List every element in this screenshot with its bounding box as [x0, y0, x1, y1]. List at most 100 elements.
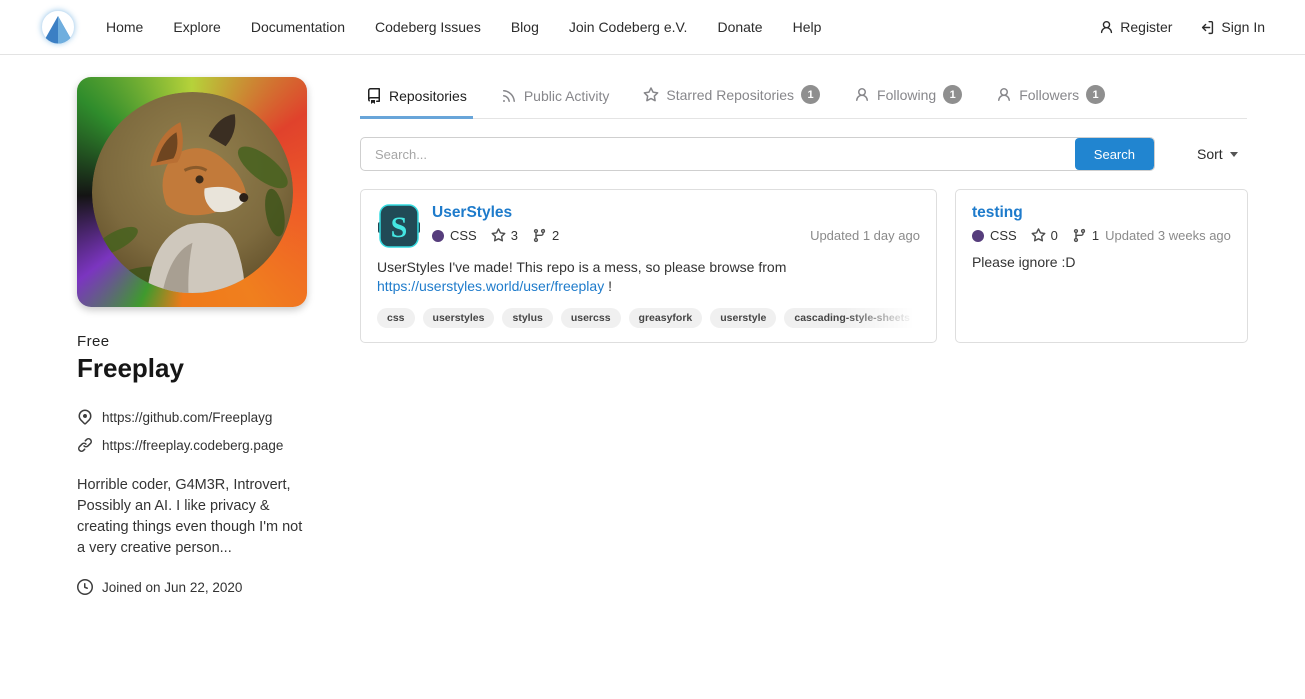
topic-tag[interactable]: userstyles [423, 308, 495, 328]
nav-blog[interactable]: Blog [511, 19, 539, 35]
profile-display-name: Free [77, 333, 307, 350]
nav-codeberg-issues[interactable]: Codeberg Issues [375, 19, 481, 35]
stylus-logo-icon: S [377, 204, 421, 248]
star-icon [1031, 228, 1046, 243]
profile-website-link[interactable]: https://freeplay.codeberg.page [102, 438, 283, 453]
repo-link-userstyles[interactable]: UserStyles [432, 204, 512, 222]
profile-tabs: Repositories Public Activity Starred Rep… [360, 77, 1247, 119]
user-avatar [77, 77, 307, 307]
profile-location-row: https://github.com/Freeplayg [77, 409, 307, 425]
main-navigation: Home Explore Documentation Codeberg Issu… [106, 19, 821, 35]
person-icon [996, 87, 1012, 103]
sign-in-link[interactable]: Sign In [1200, 19, 1265, 35]
tab-followers[interactable]: Followers 1 [990, 77, 1111, 119]
repo-description-suffix: ! [604, 278, 612, 294]
repo-updated-time: Updated 1 day ago [810, 228, 920, 243]
language-label: CSS [990, 228, 1017, 243]
followers-count-badge: 1 [1086, 85, 1105, 104]
sign-in-label: Sign In [1221, 19, 1265, 35]
git-branch-icon [532, 228, 547, 243]
git-branch-icon [1072, 228, 1087, 243]
rss-icon [501, 88, 517, 104]
fork-count-value: 2 [552, 228, 559, 243]
nav-donate[interactable]: Donate [717, 19, 762, 35]
fox-avatar-photo [92, 92, 293, 293]
top-navbar: Home Explore Documentation Codeberg Issu… [0, 0, 1305, 55]
topic-tag[interactable]: userstyle [710, 308, 776, 328]
repo-search-box: Search [360, 137, 1155, 171]
repo-description: UserStyles I've made! This repo is a mes… [377, 258, 920, 296]
star-count-value: 0 [1051, 228, 1058, 243]
register-label: Register [1120, 19, 1172, 35]
sort-label: Sort [1197, 146, 1223, 162]
search-input[interactable] [361, 138, 1075, 170]
repo-header-main: testing CSS 0 1 Up [972, 204, 1231, 243]
fork-count: 2 [532, 228, 559, 243]
star-icon [643, 87, 659, 103]
repo-card-testing: testing CSS 0 1 Up [955, 189, 1248, 343]
repo-meta-row: CSS 3 2 Updated 1 day ago [432, 228, 920, 243]
tab-starred-label: Starred Repositories [666, 87, 794, 103]
profile-location-text: https://github.com/Freeplayg [102, 410, 272, 425]
sort-dropdown[interactable]: Sort [1197, 146, 1238, 162]
repo-meta-row: CSS 0 1 Updated 3 weeks ago [972, 228, 1231, 243]
following-count-badge: 1 [943, 85, 962, 104]
topic-tag[interactable]: stylus [502, 308, 552, 328]
tab-following-label: Following [877, 87, 936, 103]
page-content: Free Freeplay https://github.com/Freepla… [0, 55, 1305, 595]
profile-username: Freeplay [77, 353, 307, 384]
tab-following[interactable]: Following 1 [848, 77, 968, 119]
sign-in-icon [1200, 20, 1215, 35]
language-dot [972, 230, 984, 242]
profile-website-row: https://freeplay.codeberg.page [77, 437, 307, 453]
nav-join-codeberg[interactable]: Join Codeberg e.V. [569, 19, 688, 35]
repo-header-main: UserStyles CSS 3 2 [432, 204, 920, 248]
profile-joined-text: Joined on Jun 22, 2020 [102, 580, 242, 595]
star-count-value: 3 [511, 228, 518, 243]
navbar-auth-area: Register Sign In [1099, 19, 1265, 35]
repo-search-row: Search Sort [360, 137, 1247, 171]
profile-joined-row: Joined on Jun 22, 2020 [77, 579, 307, 595]
star-count: 3 [491, 228, 518, 243]
clock-icon [77, 579, 93, 595]
nav-help[interactable]: Help [793, 19, 822, 35]
topic-tag[interactable]: usercss [561, 308, 621, 328]
repo-updated-time: Updated 3 weeks ago [1105, 228, 1231, 243]
profile-sidebar: Free Freeplay https://github.com/Freepla… [77, 77, 307, 595]
star-icon [491, 228, 506, 243]
nav-explore[interactable]: Explore [173, 19, 220, 35]
repo-description: Please ignore :D [972, 253, 1231, 272]
nav-documentation[interactable]: Documentation [251, 19, 345, 35]
link-icon [77, 437, 93, 453]
tab-repositories-label: Repositories [389, 88, 467, 104]
register-link[interactable]: Register [1099, 19, 1172, 35]
nav-home[interactable]: Home [106, 19, 143, 35]
star-count: 0 [1031, 228, 1058, 243]
tab-public-activity-label: Public Activity [524, 88, 610, 104]
repo-header: testing CSS 0 1 Up [972, 204, 1231, 243]
repo-header: S UserStyles CSS 3 [377, 204, 920, 248]
fork-count: 1 [1072, 228, 1099, 243]
location-icon [77, 409, 93, 425]
language-label: CSS [450, 228, 477, 243]
profile-main: Repositories Public Activity Starred Rep… [360, 77, 1247, 595]
profile-details: https://github.com/Freeplayg https://fre… [77, 409, 307, 453]
topic-tag[interactable]: cascading-style-sheets [784, 308, 920, 328]
repo-link-testing[interactable]: testing [972, 204, 1023, 222]
language-dot [432, 230, 444, 242]
tab-starred-repositories[interactable]: Starred Repositories 1 [637, 77, 826, 119]
repository-list: S UserStyles CSS 3 [360, 189, 1247, 343]
tab-followers-label: Followers [1019, 87, 1079, 103]
tab-public-activity[interactable]: Public Activity [495, 80, 616, 119]
profile-bio: Horrible coder, G4M3R, Introvert, Possib… [77, 475, 307, 559]
topic-tag[interactable]: css [377, 308, 415, 328]
tab-repositories[interactable]: Repositories [360, 80, 473, 119]
topic-tag[interactable]: greasyfork [629, 308, 703, 328]
person-icon [854, 87, 870, 103]
repo-icon [366, 88, 382, 104]
fork-count-value: 1 [1092, 228, 1099, 243]
codeberg-logo[interactable] [40, 9, 76, 45]
repo-description-link[interactable]: https://userstyles.world/user/freeplay [377, 278, 604, 294]
search-button[interactable]: Search [1075, 138, 1154, 170]
repo-description-text: UserStyles I've made! This repo is a mes… [377, 259, 786, 275]
